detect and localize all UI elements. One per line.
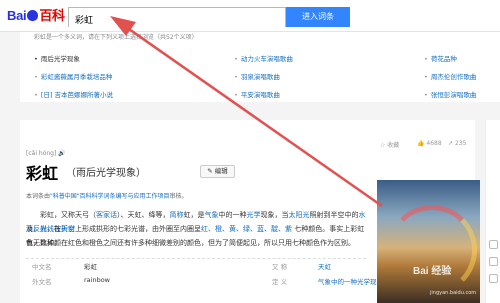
disambiguation-item[interactable]: 彩虹酱薇属月季栽培品种	[34, 71, 113, 81]
search-box[interactable]	[68, 7, 286, 29]
entry-subtitle: （雨后光学现象）	[66, 168, 146, 179]
info-key: 中文名	[32, 263, 52, 271]
watermark: Bai 经验	[413, 266, 452, 277]
note-prefix: 本词条由	[26, 193, 51, 200]
logo-text: Bai	[7, 8, 27, 23]
link-kejia[interactable]: 客家话	[96, 211, 117, 219]
note-link[interactable]: "科普中国"百科科学词条编写与应用工作项目	[50, 193, 170, 200]
disambiguation-item[interactable]: 羽泉演唱歌曲	[234, 71, 280, 81]
watermark-url: jingyan.baidu.com	[430, 290, 477, 296]
info-value-link[interactable]: 气象中的一种光学现象	[318, 276, 383, 286]
paw-icon	[27, 10, 39, 21]
info-value-link[interactable]: 天虹	[318, 261, 331, 271]
disambiguation-item[interactable]: 周杰伦创作歌曲	[424, 71, 477, 81]
edit-button[interactable]: ✎ 编辑	[200, 165, 235, 178]
like-button[interactable]: 👍 4688	[417, 140, 442, 147]
pinyin: [cǎi hóng]	[26, 150, 57, 157]
disambiguation-item[interactable]: 荷花品种	[424, 53, 457, 63]
summary-line-3: 色，比如，在红色和橙色之间还有许多种细微差别的颜色，但为了简便起见，所以只用七种…	[26, 239, 355, 247]
top-bar: Bai 百科 进入词条	[0, 0, 500, 32]
like-count: 4688	[426, 140, 442, 147]
link-qixiang[interactable]: 气象	[205, 211, 219, 219]
disambiguation-item[interactable]: 动力火车演唱歌曲	[234, 53, 293, 63]
note-suffix: 审核。	[169, 193, 188, 200]
link-tiankong[interactable]: 天空	[61, 225, 75, 233]
info-key: 外文名	[32, 278, 52, 286]
link-fanshe[interactable]: 反射	[33, 225, 47, 233]
disambiguation-head: 彩虹是一个多义词，请在下列义项上选择浏览（共52个义项）	[34, 34, 198, 41]
logo-baike-text: 百科	[39, 8, 65, 23]
disambiguation-item[interactable]: 张恒彭演唱歌曲	[424, 89, 477, 99]
pinyin-line: [cǎi hóng] 🔊	[26, 150, 66, 157]
disambiguation-item[interactable]: 雨后光学现象	[34, 53, 80, 63]
basic-info	[26, 258, 366, 259]
collect-button[interactable]: ☆ 收藏	[380, 140, 399, 149]
link-taiyangguang[interactable]: 太阳光	[289, 211, 310, 219]
info-key: 定 义	[272, 278, 288, 286]
entry-title: 彩虹	[26, 164, 59, 183]
right-tool-rail	[485, 120, 500, 303]
disambiguation-item[interactable]: [日] 吉本芭娜娜所著小说	[34, 89, 113, 99]
rainbow-arc	[387, 205, 477, 295]
search-input[interactable]	[69, 10, 285, 29]
share-count: 235	[454, 140, 467, 147]
tool-icon[interactable]	[489, 257, 498, 266]
baidu-baike-logo[interactable]: Bai 百科	[7, 7, 65, 25]
disambiguation-item[interactable]: 平安演唱歌曲	[234, 89, 280, 99]
speaker-icon[interactable]: 🔊	[58, 150, 65, 157]
disambiguation-panel: 彩虹是一个多义词，请在下列义项上选择浏览（共52个义项） 雨后光学现象 动力火车演…	[20, 32, 500, 102]
review-note: 本词条由"科普中国"百科科学词条编写与应用工作项目审核。	[26, 191, 188, 200]
share-button[interactable]: ↗ 235	[448, 140, 466, 147]
link-guangxue[interactable]: 光学	[247, 211, 261, 219]
expand-chevron-icon[interactable]: ⌄	[244, 92, 250, 100]
enter-entry-button[interactable]: 进入词条	[286, 7, 350, 27]
info-value: 彩虹	[84, 263, 97, 271]
link-colors[interactable]: 红、橙、黄、绿、蓝、靛、紫	[201, 225, 292, 233]
info-value: rainbow	[84, 276, 110, 284]
link-jiancheng[interactable]: 简称	[170, 211, 184, 219]
collect-label: 收藏	[387, 142, 400, 149]
tool-icon[interactable]	[489, 240, 498, 249]
tool-icon[interactable]	[489, 274, 498, 283]
info-key: 又 称	[272, 263, 288, 271]
rainbow-photo[interactable]	[377, 180, 480, 303]
